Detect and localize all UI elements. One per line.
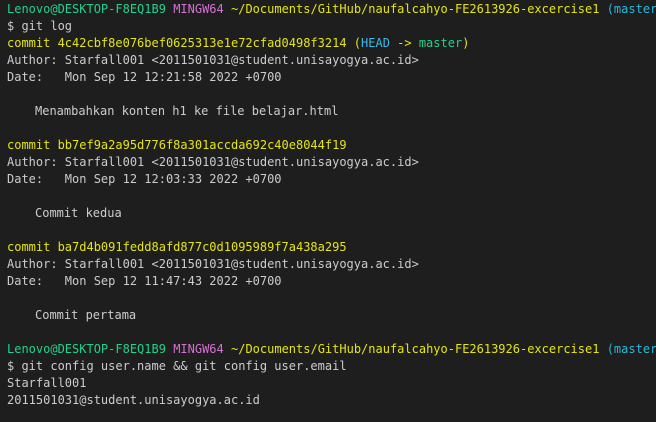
head-ref: HEAD — [361, 36, 390, 50]
terminal-window[interactable]: Lenovo@DESKTOP-F8EQ1B9 MINGW64 ~/Documen… — [0, 0, 656, 422]
commit-message: Menambahkan konten h1 ke file belajar.ht… — [35, 104, 339, 118]
commit-line: commit 4c42cbf8e076bef0625313e1e72cfad04… — [7, 35, 656, 52]
prompt-path: ~/Documents/GitHub/naufalcahyo-FE2613926… — [231, 2, 600, 16]
branch-ref: master — [418, 36, 463, 50]
prompt-line: Lenovo@DESKTOP-F8EQ1B9 MINGW64 ~/Documen… — [7, 341, 656, 358]
prompt-shell: MINGW64 — [173, 342, 224, 356]
prompt-user-host: Lenovo@DESKTOP-F8EQ1B9 — [7, 342, 166, 356]
output-user-name: Starfall001 — [7, 376, 87, 390]
commit-date: Date: Mon Sep 12 12:21:58 2022 +0700 — [7, 70, 282, 84]
command-line: $ git log — [7, 19, 73, 33]
commit-date: Date: Mon Sep 12 12:03:33 2022 +0700 — [7, 172, 282, 186]
prompt-user-host: Lenovo@DESKTOP-F8EQ1B9 — [7, 2, 166, 16]
prompt-branch: (master) — [606, 2, 656, 16]
commit-author: Author: Starfall001 <2011501031@student.… — [7, 53, 419, 67]
commit-author: Author: Starfall001 <2011501031@student.… — [7, 257, 419, 271]
commit-hash: commit ba7d4b091fedd8afd877c0d1095989f7a… — [7, 240, 347, 254]
commit-message: Commit kedua — [35, 206, 122, 220]
commit-date: Date: Mon Sep 12 11:47:43 2022 +0700 — [7, 274, 282, 288]
prompt-path: ~/Documents/GitHub/naufalcahyo-FE2613926… — [231, 342, 600, 356]
prompt-branch: (master) — [606, 342, 656, 356]
ref-close: ) — [462, 36, 470, 50]
ref-arrow: -> — [389, 36, 419, 50]
command-line: $ git config user.name && git config use… — [7, 359, 347, 373]
commit-author: Author: Starfall001 <2011501031@student.… — [7, 155, 419, 169]
prompt-line: Lenovo@DESKTOP-F8EQ1B9 MINGW64 ~/Documen… — [7, 1, 656, 18]
prompt-shell: MINGW64 — [173, 2, 224, 16]
commit-message: Commit pertama — [35, 308, 137, 322]
ref-open: ( — [346, 36, 362, 50]
commit-hash: commit 4c42cbf8e076bef0625313e1e72cfad04… — [7, 36, 347, 50]
commit-hash: commit bb7ef9a2a95d776f8a301accda692c40e… — [7, 138, 347, 152]
output-user-email: 2011501031@student.unisayogya.ac.id — [7, 393, 260, 407]
